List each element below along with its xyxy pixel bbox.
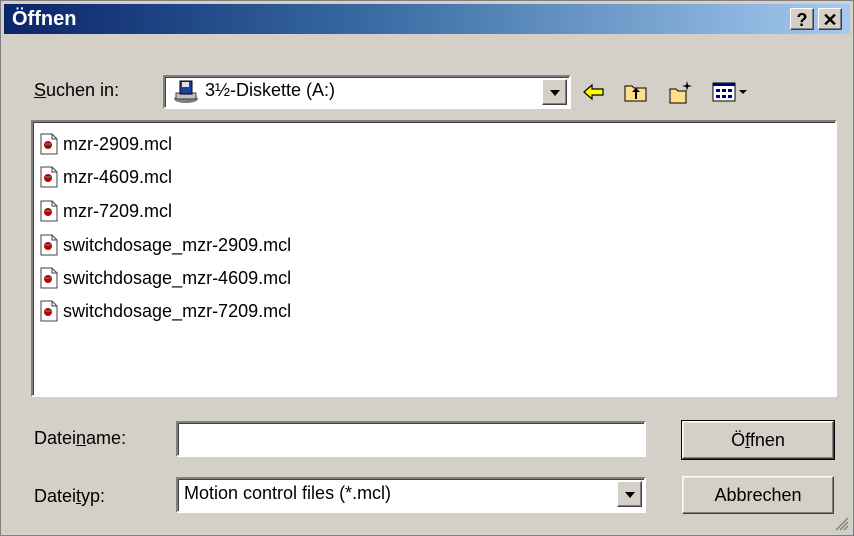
- file-name: mzr-7209.mcl: [63, 200, 173, 221]
- file-name: switchdosage_mzr-4609.mcl: [63, 267, 292, 288]
- lookin-dropdown-button[interactable]: [542, 79, 567, 105]
- lookin-combo[interactable]: 3½-Diskette (A:): [163, 75, 571, 109]
- list-item[interactable]: mzr-2909.mcl: [39, 129, 172, 159]
- mcl-file-icon: [40, 133, 58, 155]
- view-menu-icon[interactable]: [711, 79, 751, 105]
- file-name: switchdosage_mzr-2909.mcl: [63, 234, 292, 255]
- filetype-dropdown-button[interactable]: [617, 481, 642, 507]
- file-list[interactable]: mzr-2909.mcl mzr-4609.mcl mzr-7209.mcl s…: [31, 120, 837, 397]
- filename-label: Dateiname:: [34, 428, 127, 448]
- list-item[interactable]: mzr-7209.mcl: [39, 196, 172, 226]
- close-button[interactable]: ✕: [818, 8, 842, 30]
- floppy-drive-icon: [174, 80, 198, 103]
- filename-input[interactable]: [176, 421, 646, 457]
- filetype-value: Motion control files (*.mcl): [184, 483, 392, 503]
- mcl-file-icon: [40, 200, 58, 222]
- list-item[interactable]: switchdosage_mzr-7209.mcl: [39, 296, 291, 326]
- list-item[interactable]: switchdosage_mzr-4609.mcl: [39, 263, 291, 293]
- list-item[interactable]: mzr-4609.mcl: [39, 162, 172, 192]
- cancel-button[interactable]: Abbrechen: [682, 476, 834, 514]
- filetype-label: Dateityp:: [34, 486, 106, 506]
- mcl-file-icon: [40, 166, 58, 188]
- lookin-value: 3½-Diskette (A:): [205, 80, 336, 100]
- help-button[interactable]: ?: [790, 8, 814, 30]
- file-name: mzr-2909.mcl: [63, 133, 173, 154]
- open-button[interactable]: Öffnen: [681, 420, 835, 460]
- new-folder-icon[interactable]: [668, 79, 694, 105]
- lookin-label: Suchen in:: [34, 80, 120, 100]
- window-title: Öffnen: [12, 8, 77, 30]
- filetype-combo[interactable]: Motion control files (*.mcl): [176, 477, 646, 513]
- mcl-file-icon: [40, 267, 58, 289]
- open-dialog: Öffnen ? ✕ Suchen in: 3½-Diskette (A:) m…: [0, 0, 854, 536]
- mcl-file-icon: [40, 300, 58, 322]
- file-name: switchdosage_mzr-7209.mcl: [63, 300, 292, 321]
- resize-grip-icon[interactable]: [833, 515, 849, 531]
- file-name: mzr-4609.mcl: [63, 166, 173, 187]
- title-bar[interactable]: Öffnen ? ✕: [4, 4, 850, 34]
- mcl-file-icon: [40, 234, 58, 256]
- list-item[interactable]: switchdosage_mzr-2909.mcl: [39, 230, 291, 260]
- up-folder-icon[interactable]: [623, 79, 649, 105]
- back-arrow-icon[interactable]: [581, 79, 607, 105]
